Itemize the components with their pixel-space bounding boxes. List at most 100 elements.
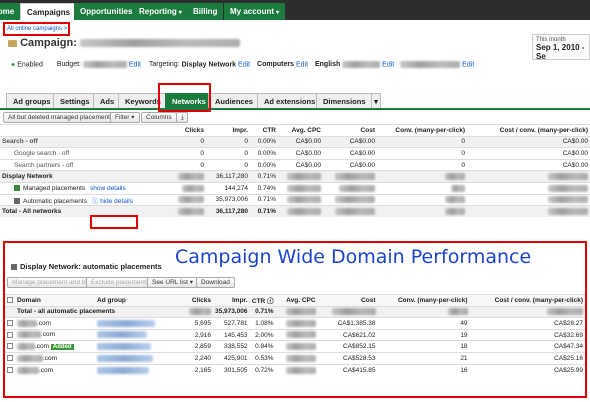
breadcrumb[interactable]: All online campaigns > xyxy=(7,26,67,32)
ad-group-link[interactable] xyxy=(97,366,149,374)
budget-redacted xyxy=(82,61,127,68)
top-navigation: Home Campaigns Opportunities Reporting▾ … xyxy=(0,0,590,20)
tab-home[interactable]: Home xyxy=(0,3,21,20)
table-row: Search - off 0 0 0.00% CA$0.00 CA$0.00 0… xyxy=(0,136,590,148)
manage-placement-button[interactable]: Manage placement and bid xyxy=(7,277,96,288)
chevron-down-icon: ▾ xyxy=(178,10,182,16)
edit-budget-link[interactable]: Edit xyxy=(129,61,141,68)
row-label: Google search - off xyxy=(14,149,70,157)
tab-audiences[interactable]: Audiences xyxy=(208,93,260,108)
row-label: Display Network xyxy=(2,173,53,181)
row-checkbox[interactable] xyxy=(7,331,13,338)
automatic-legend-icon xyxy=(11,264,17,271)
header-clicks[interactable]: Clicks xyxy=(183,295,213,307)
placement-filter-select[interactable]: All but deleted managed placements ▾ xyxy=(3,112,124,123)
ad-group-link[interactable] xyxy=(97,331,147,339)
header-conv[interactable]: Conv. (many-per-click) xyxy=(377,125,467,137)
table-row: Search partners - off 0 0 0.00% CA$0.00 … xyxy=(0,159,590,171)
added-badge: Added xyxy=(50,344,74,351)
select-all-checkbox[interactable] xyxy=(7,297,13,304)
table-row: .com Added 2,859 338,552 0.84% CA$852.15… xyxy=(5,340,585,353)
table-header-row: Clicks Impr. CTR Avg. CPC Cost Conv. (ma… xyxy=(0,124,590,137)
show-details-link[interactable]: show details xyxy=(90,185,126,192)
tab-my-account[interactable]: My account ▾ xyxy=(224,3,286,20)
campaign-name-redacted xyxy=(79,39,240,48)
tab-opportunities[interactable]: Opportunities xyxy=(74,3,139,20)
targeting-label: Targeting: xyxy=(148,61,180,69)
help-icon: ⓘ xyxy=(91,197,99,205)
table-row: Managed placements show details 144,274 … xyxy=(0,182,590,194)
header-impr[interactable]: Impr. xyxy=(206,125,250,137)
header-avg-cpc[interactable]: Avg. CPC xyxy=(278,125,323,137)
overlay-title: Campaign Wide Domain Performance xyxy=(175,246,532,268)
header-domain[interactable]: Domain xyxy=(15,295,95,307)
header-avg-cpc[interactable]: Avg. CPC xyxy=(276,295,318,307)
ad-group-link[interactable] xyxy=(97,319,155,327)
help-icon: ⓘ xyxy=(267,298,274,306)
table-row: Display Network 36,117,280 0.71% xyxy=(0,170,590,183)
tab-settings[interactable]: Settings xyxy=(53,93,97,108)
date-range-value: Sep 1, 2010 - Se xyxy=(536,43,585,61)
table-total-row: Total - all automatic placements 35,973,… xyxy=(5,306,585,318)
header-conv[interactable]: Conv. (many-per-click) xyxy=(378,295,470,307)
ad-group-link[interactable] xyxy=(97,343,151,351)
header-cost-per-conv[interactable]: Cost / conv. (many-per-click) xyxy=(467,125,590,137)
tab-ad-groups[interactable]: Ad groups xyxy=(6,93,58,108)
targeting-value: Display Network xyxy=(181,61,237,69)
chevron-down-icon: ▾ xyxy=(189,279,193,286)
managed-legend-icon xyxy=(14,185,20,192)
tab-billing[interactable]: Billing xyxy=(187,3,224,20)
download-icon[interactable]: ⤓ xyxy=(176,112,188,123)
tab-reporting[interactable]: Reporting ▾ xyxy=(133,3,188,20)
table-total-row: Total - All networks 36,117,280 0.71% xyxy=(0,205,590,218)
edit-location-link[interactable]: Edit xyxy=(462,61,474,68)
edit-language-link[interactable]: Edit xyxy=(382,61,394,68)
date-range-picker[interactable]: This month Sep 1, 2010 - Se xyxy=(532,34,590,61)
networks-table: Clicks Impr. CTR Avg. CPC Cost Conv. (ma… xyxy=(0,124,590,218)
campaign-settings: ● Enabled Budget: Edit Targeting: Displa… xyxy=(11,61,475,69)
download-button[interactable]: Download xyxy=(196,277,235,288)
status-text: Enabled xyxy=(17,61,43,69)
ad-group-link[interactable] xyxy=(97,354,153,362)
edit-targeting-link[interactable]: Edit xyxy=(238,61,250,68)
filter-button[interactable]: Filter ▾ xyxy=(110,112,140,123)
row-checkbox[interactable] xyxy=(7,320,13,327)
device-value: Computers xyxy=(257,61,294,69)
table-row: .com 2,240 425,901 0.53% CA$528.53 21 CA… xyxy=(5,352,585,364)
see-url-list-button[interactable]: See URL list ▾ xyxy=(147,277,198,288)
header-ctr[interactable]: CTR ⓘ xyxy=(250,295,276,307)
header-ad-group[interactable]: Ad group xyxy=(95,295,183,307)
row-checkbox[interactable] xyxy=(7,355,13,362)
table-row: .com 5,695 527,781 1.08% CA$1,385.38 49 … xyxy=(5,317,585,330)
language-redacted xyxy=(342,61,381,68)
row-label: Search - off xyxy=(2,138,38,146)
budget-label: Budget: xyxy=(56,61,81,69)
header-cost-per-conv[interactable]: Cost / conv. (many-per-click) xyxy=(470,295,585,307)
more-tabs-button[interactable]: ▾ xyxy=(371,93,381,108)
tab-ads[interactable]: Ads xyxy=(93,93,122,108)
row-checkbox[interactable] xyxy=(7,343,13,350)
header-clicks[interactable]: Clicks xyxy=(170,125,206,137)
table-row: .com 2,165 301,505 0.72% CA$415.85 16 CA… xyxy=(5,364,585,376)
table-header-row: Domain Ad group Clicks Impr. CTR ⓘ Avg. … xyxy=(5,294,585,307)
location-redacted xyxy=(400,61,461,68)
tab-campaigns[interactable]: Campaigns xyxy=(20,3,78,20)
table-row: .com 2,916 145,453 2.00% CA$621.02 19 CA… xyxy=(5,329,585,341)
header-cost[interactable]: Cost xyxy=(318,295,378,307)
edit-device-link[interactable]: Edit xyxy=(296,61,308,68)
table-row: Automatic placements ⓘ hide details 35,9… xyxy=(0,194,590,206)
automatic-legend-icon xyxy=(14,198,20,205)
networks-highlight xyxy=(158,83,211,112)
row-checkbox[interactable] xyxy=(7,366,13,373)
tab-ad-extensions[interactable]: Ad extensions xyxy=(257,93,323,108)
chevron-down-icon: ▾ xyxy=(131,114,135,121)
header-cost[interactable]: Cost xyxy=(323,125,377,137)
header-impr[interactable]: Impr. xyxy=(213,295,250,307)
tab-dimensions[interactable]: Dimensions xyxy=(316,93,373,108)
hide-details-link[interactable]: ⓘ hide details xyxy=(92,198,133,205)
exclude-placements-button[interactable]: Exclude placements xyxy=(86,277,155,288)
hide-details-highlight xyxy=(90,215,138,229)
header-ctr[interactable]: CTR xyxy=(250,125,278,137)
row-label: Search partners - off xyxy=(14,161,74,169)
columns-button[interactable]: Columns xyxy=(141,112,177,123)
